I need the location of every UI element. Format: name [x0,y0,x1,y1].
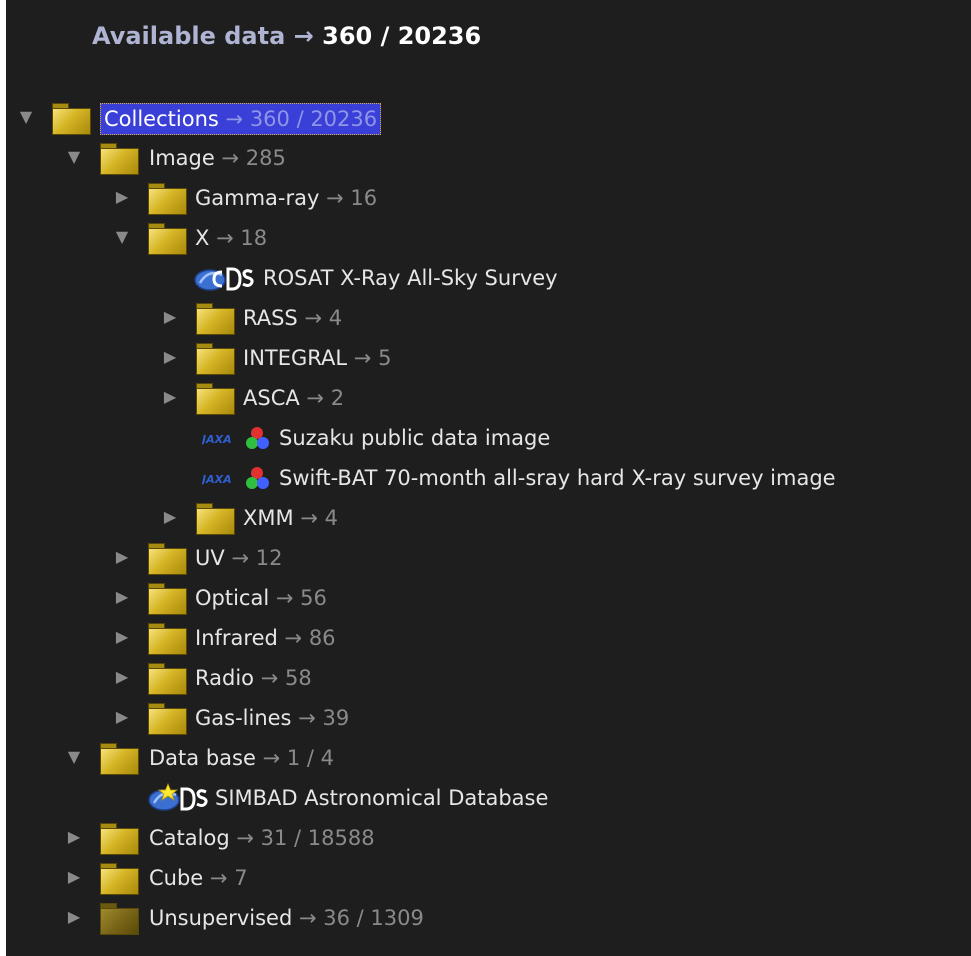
tree-node-label[interactable]: Gamma-ray → 16 [192,183,380,213]
tree-node-label[interactable]: Swift-BAT 70-month all-sray hard X-ray s… [276,463,839,493]
tree-node-xmm[interactable]: ▶ XMM → 4 [6,498,971,538]
expand-toggle-icon[interactable]: ▼ [64,146,84,168]
tree-node-label[interactable]: INTEGRAL → 5 [240,343,394,373]
tree-leaf-simbad[interactable]: SIMBAD Astronomical Database [6,778,971,818]
header-arrow: → [293,22,314,50]
tree-node-label[interactable]: Catalog → 31 / 18588 [146,823,378,853]
expand-toggle-icon[interactable]: ▶ [112,706,132,728]
header-count: 360 / 20236 [322,22,482,50]
tree-node-uv[interactable]: ▶ UV → 12 [6,538,971,578]
folder-icon [100,903,139,935]
expand-toggle-icon[interactable]: ▶ [160,346,180,368]
tree-node-gamma-ray[interactable]: ▶ Gamma-ray → 16 [6,178,971,218]
expand-toggle-icon[interactable]: ▶ [64,826,84,848]
tree-node-cube[interactable]: ▶ Cube → 7 [6,858,971,898]
tree-node-radio[interactable]: ▶ Radio → 58 [6,658,971,698]
tree-node-label[interactable]: Data base → 1 / 4 [146,743,337,773]
folder-icon [148,223,187,255]
expand-toggle-icon[interactable]: ▶ [112,626,132,648]
available-data-header: Available data → 360 / 20236 [92,22,481,50]
header-title: Available data [92,22,286,50]
tree-node-label[interactable]: XMM → 4 [240,503,341,533]
folder-icon [148,663,187,695]
tree-node-label[interactable]: Suzaku public data image [276,423,553,453]
expand-toggle-icon[interactable]: ▶ [112,546,132,568]
svg-text:JAXA: JAXA [202,473,232,486]
tree-node-unsupervised[interactable]: ▶ Unsupervised → 36 / 1309 [6,898,971,938]
tree-leaf-rosat[interactable]: ROSAT X-Ray All-Sky Survey [6,258,971,298]
expand-toggle-icon[interactable]: ▶ [112,186,132,208]
tree-node-label[interactable]: UV → 12 [192,543,285,573]
tree-node-label[interactable]: Infrared → 86 [192,623,339,653]
folder-icon [100,143,139,175]
expand-toggle-icon[interactable]: ▶ [160,506,180,528]
folder-icon [100,863,139,895]
folder-icon [52,103,91,135]
tree-node-label[interactable]: Unsupervised → 36 / 1309 [146,903,427,933]
expand-toggle-icon[interactable]: ▶ [64,866,84,888]
expand-toggle-icon[interactable]: ▶ [112,666,132,688]
svg-text:JAXA: JAXA [202,433,232,446]
tree-node-label[interactable]: SIMBAD Astronomical Database [212,783,551,813]
tree-node-catalog[interactable]: ▶ Catalog → 31 / 18588 [6,818,971,858]
tree-node-collections[interactable]: ▼ Collections → 360 / 20236 [6,98,971,138]
cds-logo-icon [194,267,254,291]
tree-node-asca[interactable]: ▶ ASCA → 2 [6,378,971,418]
data-tree-panel: Available data → 360 / 20236 ▼ Collectio… [6,0,971,956]
expand-toggle-icon[interactable]: ▼ [64,746,84,768]
jaxa-rgb-icon: JAXA [202,467,269,489]
tree-node-label[interactable]: RASS → 4 [240,303,345,333]
tree-node-x[interactable]: ▼ X → 18 [6,218,971,258]
expand-toggle-icon[interactable]: ▶ [160,306,180,328]
tree-node-optical[interactable]: ▶ Optical → 56 [6,578,971,618]
tree-node-integral[interactable]: ▶ INTEGRAL → 5 [6,338,971,378]
expand-toggle-icon[interactable]: ▶ [160,386,180,408]
folder-icon [196,383,235,415]
tree-node-label[interactable]: ASCA → 2 [240,383,347,413]
folder-icon [148,543,187,575]
tree-node-gas-lines[interactable]: ▶ Gas-lines → 39 [6,698,971,738]
cds-star-logo-icon [148,783,208,811]
expand-toggle-icon[interactable]: ▼ [16,106,36,128]
tree-node-label[interactable]: X → 18 [192,223,270,253]
tree-node-data-base[interactable]: ▼ Data base → 1 / 4 [6,738,971,778]
tree-node-image[interactable]: ▼ Image → 285 [6,138,971,178]
tree-node-label[interactable]: Image → 285 [146,143,289,173]
tree-node-label[interactable]: Optical → 56 [192,583,330,613]
tree-node-label[interactable]: ROSAT X-Ray All-Sky Survey [260,263,561,293]
tree-node-infrared[interactable]: ▶ Infrared → 86 [6,618,971,658]
folder-icon [100,743,139,775]
folder-icon [148,623,187,655]
tree-node-label[interactable]: Collections → 360 / 20236 [100,103,382,135]
folder-icon [148,183,187,215]
tree-leaf-suzaku[interactable]: JAXA Suzaku public data image [6,418,971,458]
tree-node-label[interactable]: Radio → 58 [192,663,315,693]
folder-icon [148,583,187,615]
folder-icon [196,343,235,375]
tree-leaf-swift-bat[interactable]: JAXA Swift-BAT 70-month all-sray hard X-… [6,458,971,498]
folder-icon [196,503,235,535]
expand-toggle-icon[interactable]: ▶ [112,586,132,608]
tree-node-label[interactable]: Cube → 7 [146,863,251,893]
tree-node-label[interactable]: Gas-lines → 39 [192,703,352,733]
expand-toggle-icon[interactable]: ▶ [64,906,84,928]
jaxa-rgb-icon: JAXA [202,427,269,449]
folder-icon [100,823,139,855]
folder-icon [196,303,235,335]
folder-icon [148,703,187,735]
tree-node-rass[interactable]: ▶ RASS → 4 [6,298,971,338]
expand-toggle-icon[interactable]: ▼ [112,226,132,248]
